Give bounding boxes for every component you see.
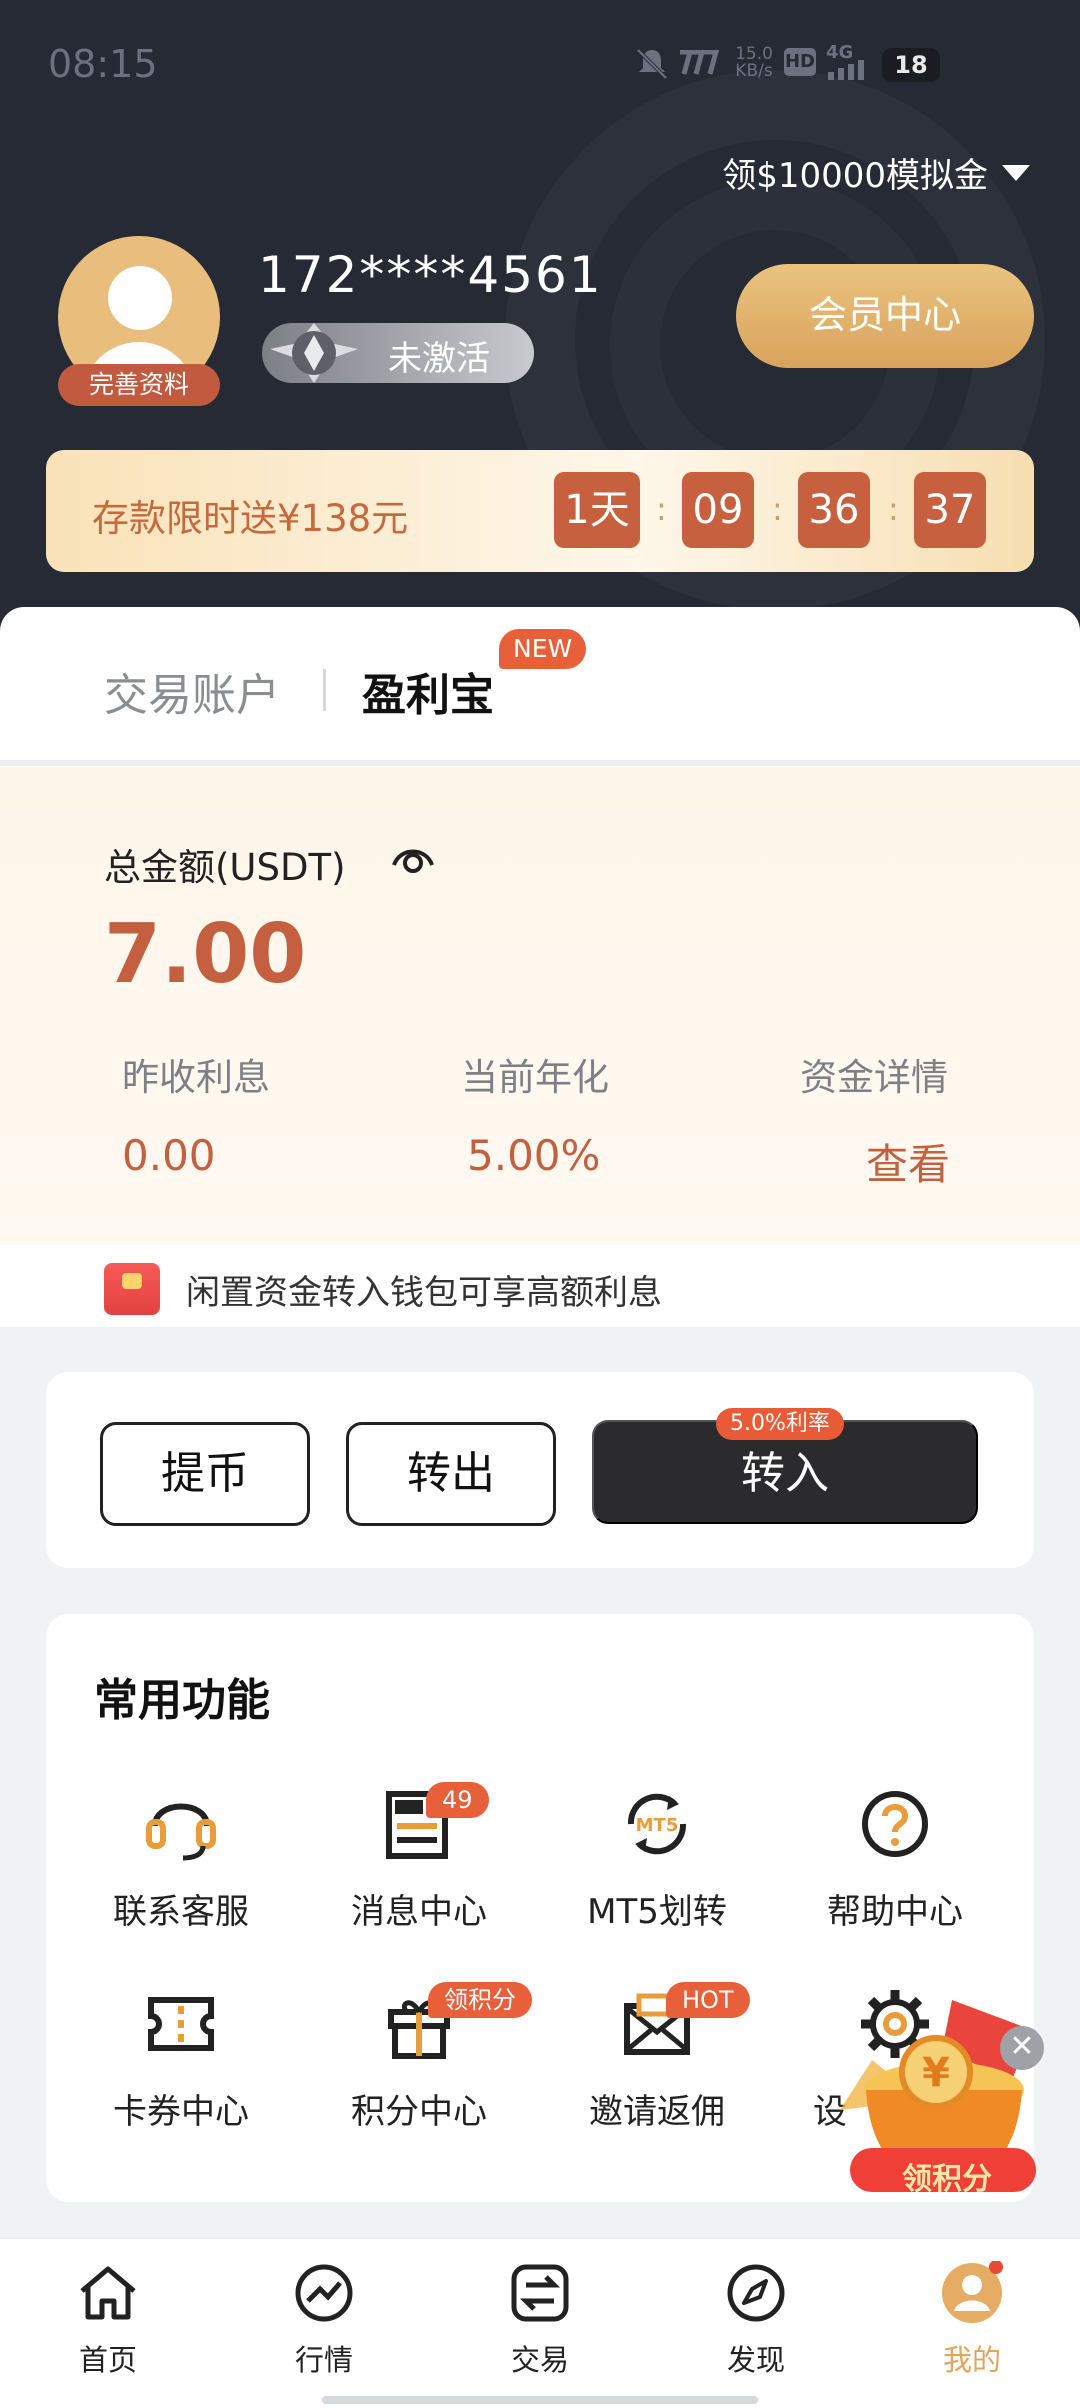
speed-icon (680, 50, 720, 75)
tab-trading-account[interactable]: 交易账户 (104, 659, 280, 723)
message-center-label: 消息中心 (351, 1892, 487, 1932)
status-time: 08:15 (48, 42, 158, 86)
mute-icon (636, 48, 668, 80)
signal-icon (828, 60, 864, 80)
withdraw-button[interactable]: 提币 (100, 1422, 310, 1526)
functions-title: 常用功能 (94, 1675, 270, 1726)
rate-badge: 5.0%利率 (716, 1408, 844, 1440)
annual-rate-label: 当前年化 (461, 1056, 609, 1099)
net-speed: 15.0 KB/s (735, 44, 773, 81)
countdown-hours: 09 (682, 472, 754, 548)
divider (0, 760, 1080, 766)
nav-home[interactable]: 首页 (28, 2261, 188, 2379)
fund-details-link[interactable]: 查看 (866, 1131, 950, 1192)
tab-yield-treasure[interactable]: 盈利宝 (362, 659, 494, 723)
countdown-sep: : (772, 490, 783, 528)
help-icon (862, 1791, 928, 1857)
eye-visibility-icon[interactable] (390, 839, 436, 879)
contact-service-label: 联系客服 (113, 1892, 249, 1932)
asset-summary: 总金额(USDT) 7.00 昨收利息 0.00 当前年化 5.00% 资金详情… (0, 767, 1080, 1245)
level-status: 未激活 (388, 339, 490, 379)
headset-icon (146, 1803, 216, 1861)
countdown-seconds: 37 (914, 472, 986, 548)
coupon-center-label: 卡券中心 (113, 2092, 249, 2132)
deposit-promo-banner[interactable]: 存款限时送¥138元 1天 : 09 : 36 : 37 (46, 450, 1034, 572)
idle-funds-tip[interactable]: 闲置资金转入钱包可享高额利息 (0, 1245, 1080, 1327)
nav-trade[interactable]: 交易 (460, 2261, 620, 2379)
simulated-funds-link[interactable]: 领$10000模拟金 (722, 148, 1030, 197)
contact-service-item[interactable]: 联系客服 (81, 1786, 281, 1933)
svg-text:¥: ¥ (922, 2050, 950, 2096)
help-center-item[interactable]: 帮助中心 (795, 1786, 995, 1933)
market-icon (295, 2264, 353, 2322)
actions-card: 提币 转出 转入 5.0%利率 (46, 1372, 1034, 1568)
message-count-badge: 49 (426, 1782, 489, 1818)
bottom-navigation: 首页 行情 交易 发现 我的 (0, 2238, 1080, 2408)
yesterday-interest-label: 昨收利息 (122, 1056, 270, 1099)
help-center-label: 帮助中心 (827, 1892, 963, 1932)
compass-icon (727, 2264, 785, 2322)
yesterday-interest-value: 0.00 (122, 1131, 216, 1180)
profile-icon (942, 2260, 1003, 2323)
mt5-transfer-label: MT5划转 (587, 1892, 727, 1932)
user-phone: 172****4561 (258, 246, 603, 304)
account-panel: 交易账户 盈利宝 NEW 总金额(USDT) 7.00 昨收利息 0.00 当前… (0, 607, 1080, 1327)
nav-trade-label: 交易 (510, 2343, 569, 2377)
total-amount-label: 总金额(USDT) (104, 846, 346, 889)
nav-home-label: 首页 (78, 2343, 137, 2377)
invite-rebate-label: 邀请返佣 (589, 2092, 725, 2132)
countdown-sep: : (656, 490, 667, 528)
points-center-label: 积分中心 (351, 2092, 487, 2132)
claim-points-badge: 领积分 (428, 1982, 532, 2018)
hd-icon: HD (784, 48, 816, 76)
hot-badge: HOT (666, 1982, 750, 2018)
home-indicator (322, 2396, 758, 2404)
fund-details-label: 资金详情 (800, 1056, 948, 1099)
total-amount-value: 7.00 (104, 907, 307, 1002)
nav-discover[interactable]: 发现 (676, 2261, 836, 2379)
countdown-minutes: 36 (798, 472, 870, 548)
complete-profile-tag[interactable]: 完善资料 (58, 364, 220, 406)
battery-level: 18 (882, 48, 940, 82)
tab-divider (323, 669, 326, 711)
svg-text:MT5: MT5 (636, 1815, 679, 1836)
coupon-center-item[interactable]: 卡券中心 (81, 1986, 281, 2133)
mt5-transfer-item[interactable]: MT5 MT5划转 (557, 1786, 757, 1933)
home-icon (80, 2266, 136, 2320)
countdown-sep: : (888, 490, 899, 528)
close-icon[interactable]: ✕ (1000, 2026, 1044, 2070)
annual-rate-value: 5.00% (467, 1131, 601, 1180)
member-center-button[interactable]: 会员中心 (736, 264, 1034, 368)
mt5-transfer-icon: MT5 (627, 1793, 687, 1855)
claim-points-float[interactable]: ¥ 领积分 (832, 1990, 1052, 2210)
caret-down-icon (1002, 164, 1030, 181)
red-envelope-icon (104, 1263, 160, 1315)
simulated-funds-label: 领$10000模拟金 (722, 156, 988, 196)
deposit-promo-text: 存款限时送¥138元 (92, 497, 409, 540)
nav-market-label: 行情 (294, 2343, 353, 2377)
message-center-item[interactable]: 消息中心 (319, 1786, 519, 1933)
nav-profile-label: 我的 (942, 2343, 1001, 2377)
level-emblem-icon (270, 323, 358, 383)
claim-points-float-label: 领积分 (902, 2162, 992, 2197)
trade-icon (511, 2264, 569, 2322)
nav-discover-label: 发现 (726, 2343, 785, 2377)
new-badge: NEW (499, 629, 587, 669)
transfer-out-button[interactable]: 转出 (346, 1422, 556, 1526)
nav-market[interactable]: 行情 (244, 2261, 404, 2379)
ticket-icon (148, 1997, 214, 2051)
nav-profile[interactable]: 我的 (892, 2260, 1052, 2379)
countdown-days: 1天 (554, 472, 640, 548)
status-bar: 08:15 15.0 KB/s HD 4G 18 (0, 0, 1080, 120)
level-badge[interactable]: 未激活 (262, 323, 534, 383)
tip-text: 闲置资金转入钱包可享高额利息 (186, 1273, 662, 1313)
header: 08:15 15.0 KB/s HD 4G 18 领$10000模拟金 完善资料… (0, 0, 1080, 640)
